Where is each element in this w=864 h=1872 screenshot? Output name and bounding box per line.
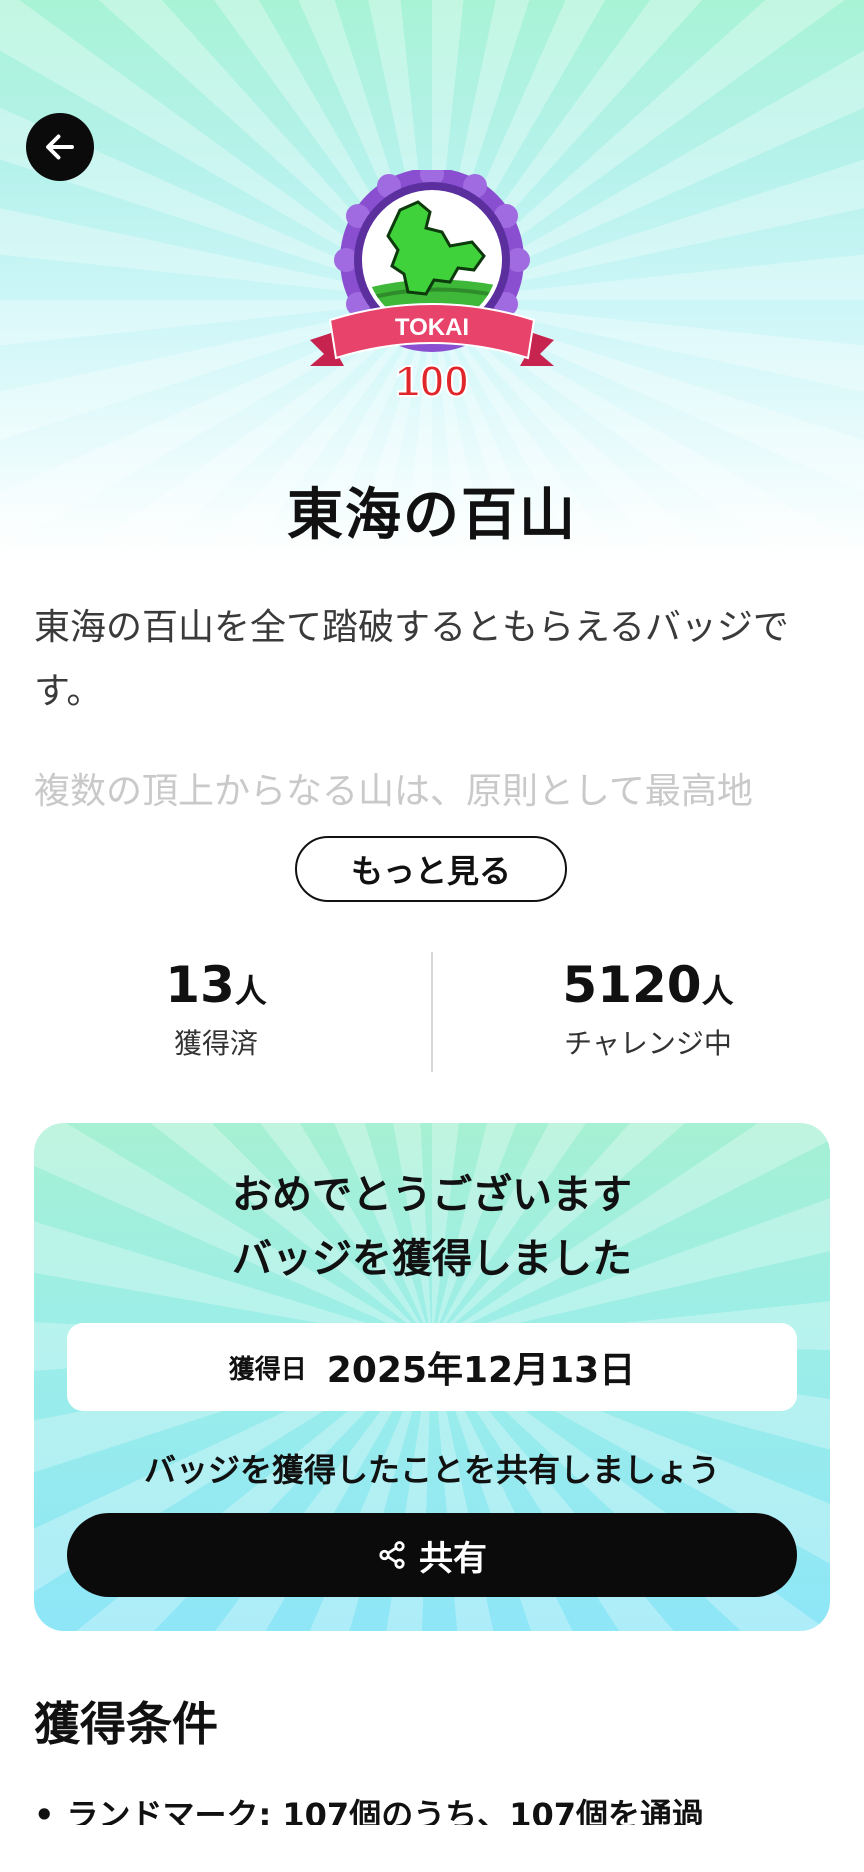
congrats-message: おめでとうございます バッジを獲得しました bbox=[34, 1163, 830, 1291]
share-button-label: 共有 bbox=[419, 1538, 487, 1579]
share-button[interactable]: 共有 bbox=[67, 1513, 797, 1597]
stat-acquired-label: 獲得済 bbox=[173, 1027, 258, 1060]
congrats-line-2: バッジを獲得しました bbox=[232, 1236, 632, 1282]
stat-challenging-value: 5120 bbox=[562, 956, 702, 1014]
badge-logo-number: 100 bbox=[395, 357, 468, 406]
show-more-button[interactable]: もっと見る bbox=[295, 836, 567, 902]
stat-challenging: 5120人 チャレンジ中 bbox=[432, 950, 864, 1062]
badge-emblem: TOKAI 100 bbox=[310, 170, 554, 407]
badge-description: 東海の百山を全て踏破するともらえるバッジです。 bbox=[34, 607, 789, 712]
share-icon bbox=[379, 1541, 405, 1569]
stat-challenging-count: 5120人 bbox=[432, 950, 864, 1020]
back-button[interactable] bbox=[26, 113, 94, 181]
acquired-date-box: 獲得日 2025年12月13日 bbox=[67, 1323, 797, 1411]
badge-title: 東海の百山 bbox=[287, 483, 577, 548]
stat-challenging-unit: 人 bbox=[701, 972, 734, 1010]
stat-acquired-value: 13 bbox=[165, 956, 235, 1014]
back-arrow-icon bbox=[46, 134, 74, 160]
badge-description-faded: 複数の頂上からなる山は、原則として最高地 bbox=[34, 762, 834, 822]
congrats-line-1: おめでとうございます bbox=[232, 1172, 632, 1218]
badge-logo-text: TOKAI bbox=[395, 314, 469, 341]
stat-acquired: 13人 獲得済 bbox=[0, 950, 432, 1062]
condition-item: • ランドマーク: 107個のうち、107個を通過 bbox=[34, 1793, 834, 1825]
conditions-list: • ランドマーク: 107個のうち、107個を通過 bbox=[34, 1793, 834, 1825]
acquired-date-label: 獲得日 bbox=[228, 1354, 307, 1385]
conditions-title: 獲得条件 bbox=[34, 1697, 218, 1751]
acquired-date-value: 2025年12月13日 bbox=[326, 1350, 636, 1391]
stat-acquired-unit: 人 bbox=[234, 972, 267, 1010]
stats-divider bbox=[431, 952, 433, 1072]
achievement-card: おめでとうございます バッジを獲得しました 獲得日 2025年12月13日 バッ… bbox=[34, 1123, 830, 1631]
condition-text: ランドマーク: 107個のうち、107個を通過 bbox=[66, 1796, 704, 1825]
share-prompt: バッジを獲得したことを共有しましょう bbox=[143, 1451, 720, 1489]
condition-bullet: • bbox=[34, 1796, 55, 1825]
stat-challenging-label: チャレンジ中 bbox=[564, 1027, 732, 1060]
stat-acquired-count: 13人 bbox=[0, 950, 432, 1020]
